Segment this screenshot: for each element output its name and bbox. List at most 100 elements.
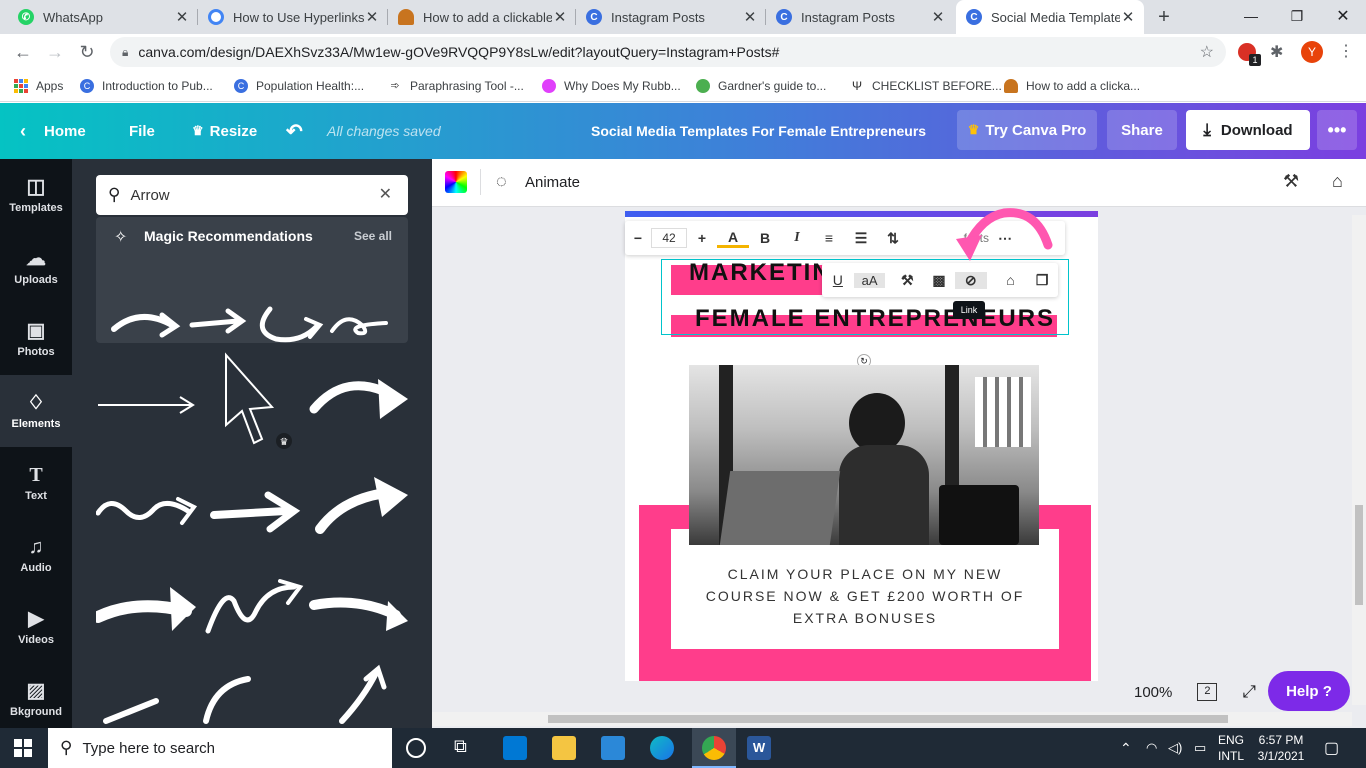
word-icon[interactable]: W — [747, 736, 771, 760]
bookmark-item[interactable]: How to add a clicka... — [1004, 70, 1140, 101]
arrow-partial[interactable] — [339, 670, 379, 724]
volume-icon[interactable]: ◁) — [1168, 728, 1182, 768]
puzzle-icon[interactable]: ✱ — [1270, 42, 1283, 62]
file-explorer-icon[interactable] — [552, 736, 576, 760]
arrow-zigzag[interactable] — [205, 584, 297, 634]
font-size-increase[interactable]: + — [687, 230, 717, 246]
bookmark-star-icon[interactable]: ☆ — [1200, 42, 1214, 62]
arrow-wavy[interactable] — [96, 501, 191, 520]
italic-button[interactable]: I — [781, 230, 813, 246]
horizontal-scroll-thumb[interactable] — [548, 715, 1228, 723]
notifications-icon[interactable]: ▢ — [1324, 728, 1339, 768]
arrow-brush-curve[interactable] — [315, 488, 391, 534]
duplicate-icon[interactable]: ❐ — [1026, 272, 1058, 289]
rail-videos[interactable]: ▶ Videos — [0, 591, 72, 663]
format-painter-icon[interactable]: ⚒ — [1283, 171, 1299, 192]
window-close-button[interactable]: ✕ — [1320, 0, 1366, 32]
bookmark-item[interactable]: Ψ CHECKLIST BEFORE... — [850, 70, 1002, 101]
rail-audio[interactable]: ♫ Audio — [0, 519, 72, 591]
cursor-arrow[interactable] — [225, 352, 275, 445]
arrow-brush[interactable] — [210, 507, 290, 519]
paint-roller-icon[interactable]: ⚒ — [891, 272, 923, 289]
bookmark-item[interactable]: Why Does My Rubb... — [542, 70, 681, 101]
arrow-tapered[interactable] — [309, 597, 401, 620]
chevron-up-icon[interactable]: ⌃ — [1120, 728, 1132, 768]
undo-icon[interactable]: ↶ — [286, 103, 303, 159]
battery-icon[interactable]: ▭ — [1194, 728, 1206, 768]
rail-text[interactable]: T Text — [0, 447, 72, 519]
clear-search-icon[interactable]: ✕ — [379, 184, 392, 204]
home-button[interactable]: ‹ Home — [20, 103, 86, 159]
transparency-icon[interactable]: ▩ — [923, 272, 955, 289]
woman-laptop-photo[interactable] — [689, 365, 1039, 545]
close-icon[interactable]: ✕ — [1120, 8, 1136, 26]
close-icon[interactable]: ✕ — [552, 8, 568, 26]
bookmark-item[interactable]: C Population Health:... — [234, 70, 364, 101]
bookmark-item[interactable]: Gardner's guide to... — [696, 70, 826, 101]
reload-icon[interactable]: ↻ — [72, 34, 102, 70]
address-bar[interactable]: 🔒︎ canva.com/design/DAEXhSvz33A/Mw1ew-gO… — [110, 37, 1226, 67]
arrow-loop[interactable] — [330, 317, 388, 336]
tab-hyperlinks[interactable]: How to Use Hyperlinks ✕ — [198, 0, 388, 34]
element-search-input[interactable] — [130, 186, 371, 204]
more-options-button[interactable]: ••• — [1317, 110, 1357, 150]
font-size-value[interactable]: 42 — [651, 228, 687, 248]
spacing-icon[interactable]: ⇅ — [877, 230, 909, 247]
horizontal-scrollbar[interactable] — [432, 712, 1352, 726]
download-button[interactable]: ⤓ Download — [1186, 110, 1310, 150]
rail-templates[interactable]: ◫ Templates — [0, 159, 72, 231]
underline-button[interactable]: U — [822, 272, 854, 288]
tab-whatsapp[interactable]: ✆ WhatsApp ✕ — [8, 0, 198, 34]
design-title[interactable]: Social Media Templates For Female Entrep… — [591, 103, 926, 159]
clock[interactable]: 6:57 PM 3/1/2021 — [1258, 728, 1305, 768]
arrow-straight[interactable] — [189, 318, 241, 328]
color-picker-swatch[interactable] — [445, 171, 467, 193]
vertical-scroll-thumb[interactable] — [1355, 505, 1363, 605]
lock-icon[interactable]: ⌂ — [1332, 171, 1343, 192]
tab-clickable[interactable]: How to add a clickable ✕ — [388, 0, 576, 34]
list-icon[interactable]: ☰ — [845, 230, 877, 247]
body-text[interactable]: CLAIM YOUR PLACE ON MY NEW COURSE NOW & … — [671, 563, 1059, 629]
bookmark-item[interactable]: C Introduction to Pub... — [80, 70, 213, 101]
chrome-taskbar-button[interactable] — [692, 728, 736, 768]
rail-elements[interactable]: ♢ Elements — [0, 375, 72, 447]
minimize-button[interactable]: — — [1228, 0, 1274, 32]
align-icon[interactable]: ≡ — [813, 230, 845, 246]
mail-icon[interactable] — [503, 736, 527, 760]
close-icon[interactable]: ✕ — [364, 8, 380, 26]
profile-avatar[interactable]: Y — [1301, 41, 1323, 63]
close-icon[interactable]: ✕ — [742, 8, 758, 26]
tab-social-media-templates[interactable]: C Social Media Templates ✕ — [956, 0, 1144, 34]
back-arrow-icon[interactable]: ← — [8, 34, 38, 70]
text-color-icon[interactable]: A — [717, 229, 749, 248]
animate-icon[interactable]: ◌ — [496, 171, 507, 192]
element-search-box[interactable]: ⚲ ✕ — [96, 175, 408, 215]
store-icon[interactable] — [601, 736, 625, 760]
close-icon[interactable]: ✕ — [930, 8, 946, 26]
language-indicator[interactable]: ENG INTL — [1218, 728, 1244, 768]
cortana-icon[interactable] — [406, 738, 426, 758]
rail-uploads[interactable]: ☁ Uploads — [0, 231, 72, 303]
tab-instagram-posts-1[interactable]: C Instagram Posts ✕ — [576, 0, 766, 34]
rail-photos[interactable]: ▣ Photos — [0, 303, 72, 375]
tab-instagram-posts-2[interactable]: C Instagram Posts ✕ — [766, 0, 954, 34]
network-icon[interactable]: ◠ — [1146, 728, 1157, 768]
task-view-icon[interactable]: ⧉ — [454, 736, 467, 757]
windows-start-icon[interactable] — [14, 739, 32, 757]
zoom-level[interactable]: 100% — [1134, 684, 1172, 701]
rail-background[interactable]: ▨ Bkground — [0, 663, 72, 735]
fullscreen-icon[interactable]: ⤢ — [1242, 682, 1256, 702]
page-count[interactable]: 2 — [1197, 683, 1218, 701]
arrow-swoop[interactable] — [259, 306, 319, 343]
share-button[interactable]: Share — [1107, 110, 1177, 150]
see-all-link[interactable]: See all — [354, 229, 392, 243]
link-icon[interactable]: ⊘ — [954, 271, 987, 289]
forward-arrow-icon[interactable]: → — [40, 34, 70, 70]
vertical-scrollbar[interactable] — [1352, 215, 1366, 705]
bookmark-item[interactable]: ➾ Paraphrasing Tool -... — [388, 70, 524, 101]
arrow-partial[interactable] — [103, 698, 159, 724]
arrow-partial[interactable] — [203, 676, 251, 724]
file-menu[interactable]: File — [129, 103, 155, 159]
bookmark-apps[interactable]: Apps — [14, 70, 63, 101]
help-button[interactable]: Help ? — [1268, 671, 1350, 711]
